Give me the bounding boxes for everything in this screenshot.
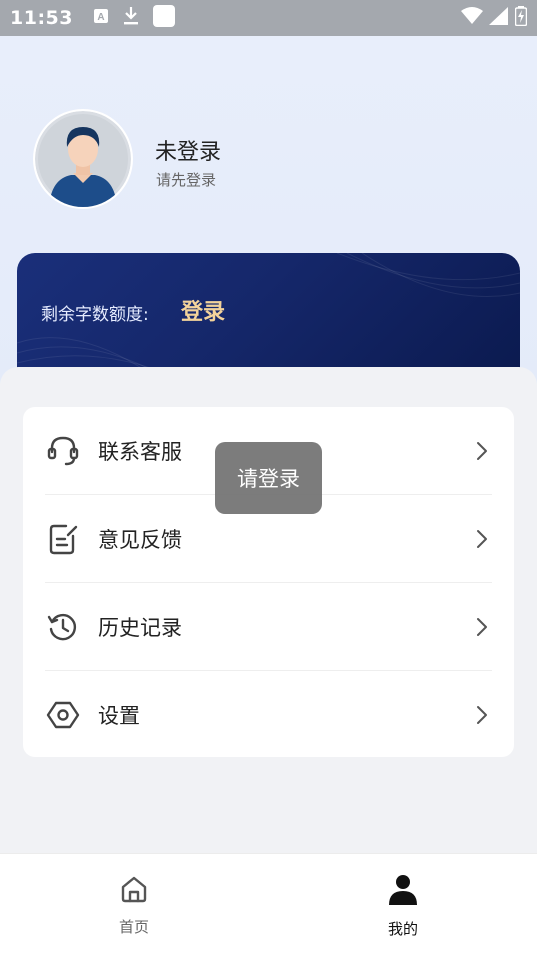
avatar[interactable]	[35, 111, 131, 207]
menu-item-label: 设置	[98, 703, 140, 728]
toast-message: 请登录	[215, 442, 322, 514]
login-prompt[interactable]: 请先登录	[156, 169, 216, 190]
nav-label: 我的	[387, 920, 418, 938]
user-icon	[388, 874, 418, 910]
nav-item-home[interactable]: 首页	[74, 874, 194, 937]
square-icon	[152, 5, 175, 31]
quota-login-link[interactable]: 登录	[181, 294, 225, 326]
notification-a-icon: A	[93, 8, 109, 28]
wifi-icon	[461, 7, 483, 29]
status-time: 11:53	[10, 7, 73, 29]
headset-icon	[45, 433, 81, 469]
quota-label: 剩余字数额度:	[41, 305, 149, 325]
download-icon	[123, 6, 139, 30]
settings-icon	[45, 697, 81, 733]
nav-item-mine[interactable]: 我的	[343, 874, 463, 939]
menu-item-settings[interactable]: 设置	[23, 671, 514, 758]
user-name[interactable]: 未登录	[155, 134, 221, 166]
chevron-right-icon	[473, 617, 491, 637]
chevron-right-icon	[473, 529, 491, 549]
svg-text:A: A	[97, 12, 104, 23]
status-bar: 11:53 A	[0, 0, 537, 36]
quota-card[interactable]: 剩余字数额度: 登录	[17, 253, 520, 378]
battery-icon	[514, 6, 528, 30]
menu-item-label: 意见反馈	[98, 527, 182, 552]
home-icon	[119, 874, 149, 908]
menu-item-label: 联系客服	[98, 439, 182, 464]
chevron-right-icon	[473, 705, 491, 725]
feedback-icon	[45, 521, 81, 557]
menu-item-history[interactable]: 历史记录	[23, 583, 514, 670]
bottom-nav: 首页 我的	[0, 853, 537, 956]
signal-icon	[489, 7, 509, 29]
chevron-right-icon	[473, 441, 491, 461]
menu-item-label: 历史记录	[98, 615, 182, 640]
nav-label: 首页	[118, 918, 149, 936]
history-icon	[45, 609, 81, 645]
